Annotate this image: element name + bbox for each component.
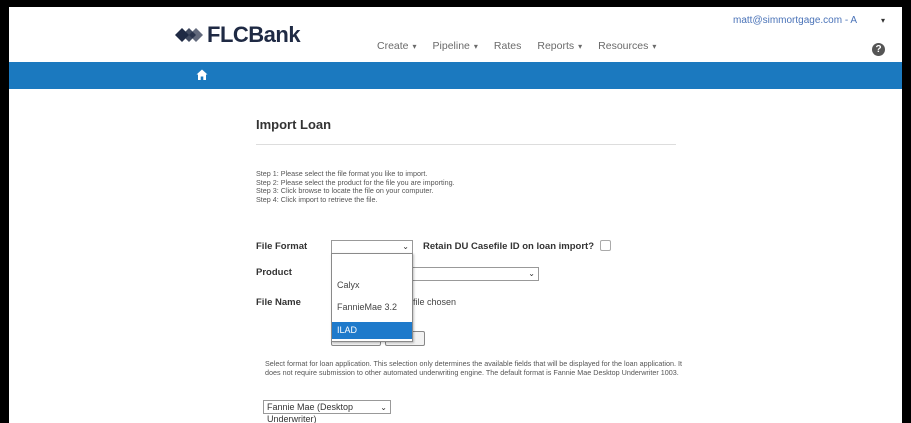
file-format-dropdown: Calyx FannieMae 3.2 ILAD: [331, 253, 413, 342]
nav-create[interactable]: Create ▾: [369, 40, 425, 52]
flcbank-logo[interactable]: FLCBank: [174, 22, 301, 47]
nav-bar: [9, 62, 902, 89]
nav-reports[interactable]: Reports ▾: [529, 40, 590, 52]
app-window: FLCBank Create ▾ Pipeline ▾ Rates Reports ▾…: [9, 7, 902, 423]
option-ilad[interactable]: ILAD: [332, 322, 412, 339]
logo-mark-icon: [175, 28, 203, 42]
product-label: Product: [256, 267, 292, 278]
format-note: Select format for loan application. This…: [265, 359, 682, 377]
product-select[interactable]: ⌄: [410, 267, 539, 281]
main-nav: Create ▾ Pipeline ▾ Rates Reports ▾ Resourc…: [369, 40, 664, 52]
chevron-down-icon: ▾: [578, 42, 583, 51]
title-divider: [256, 144, 676, 145]
chevron-down-icon: ⌄: [528, 269, 535, 278]
file-status-text: file chosen: [413, 297, 457, 307]
page-title: Import Loan: [256, 117, 332, 132]
step-4: Step 4: Click import to retrieve the fil…: [256, 194, 378, 204]
nav-resources[interactable]: Resources ▾: [590, 40, 664, 52]
retain-du-checkbox[interactable]: [600, 240, 611, 251]
retain-du-label: Retain DU Casefile ID on loan import?: [423, 241, 595, 252]
nav-rates[interactable]: Rates: [486, 40, 529, 52]
logo-text: FLCBank: [207, 22, 301, 47]
home-icon[interactable]: [196, 69, 208, 81]
instructions: Step 1: Please select the file format yo…: [256, 169, 455, 204]
file-format-select[interactable]: ⌄: [331, 240, 413, 254]
file-format-label: File Format: [256, 241, 308, 252]
chevron-down-icon: ▾: [412, 42, 417, 51]
application-format-value: Fannie Mae (Desktop Underwriter): [267, 402, 354, 423]
chevron-down-icon: ▾: [473, 42, 478, 51]
user-menu-caret-icon[interactable]: ▾: [881, 16, 885, 25]
option-calyx[interactable]: Calyx: [332, 277, 412, 294]
option-fanniemae-3-2[interactable]: FannieMae 3.2: [332, 299, 412, 316]
file-name-label: File Name: [256, 297, 301, 308]
chevron-down-icon: ⌄: [402, 242, 409, 251]
chevron-down-icon: ▾: [652, 42, 657, 51]
application-format-select[interactable]: Fannie Mae (Desktop Underwriter) ⌄: [263, 400, 391, 423]
help-icon[interactable]: ?: [872, 43, 885, 56]
chevron-down-icon: ⌄: [380, 403, 387, 412]
user-menu[interactable]: matt@simmortgage.com - A: [733, 15, 857, 26]
nav-pipeline[interactable]: Pipeline ▾: [425, 40, 486, 52]
